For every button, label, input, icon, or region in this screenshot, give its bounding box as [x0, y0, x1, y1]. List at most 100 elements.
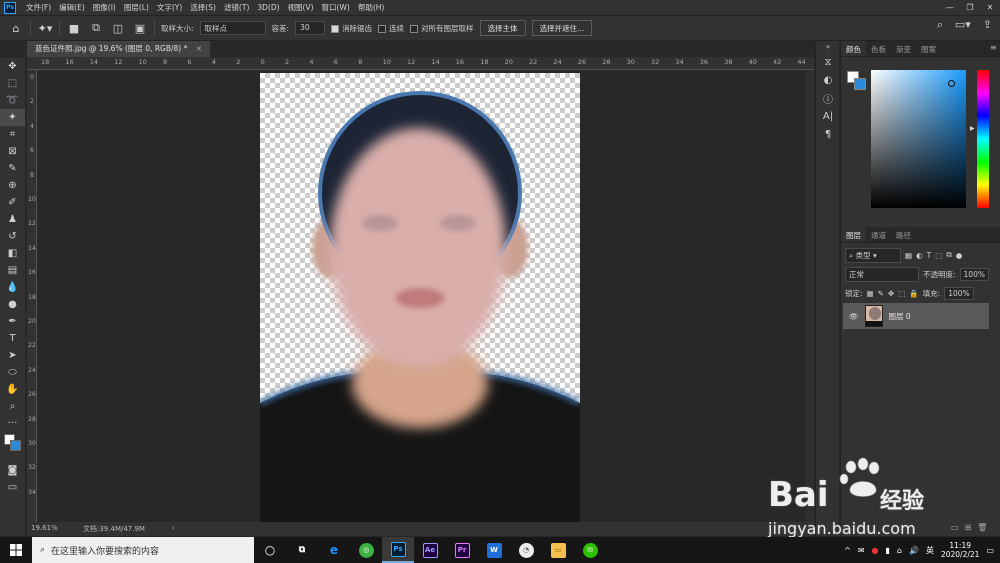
wechat-icon[interactable]: ✉ [574, 537, 606, 563]
close-tab-icon[interactable]: × [196, 44, 202, 53]
tab-patterns[interactable]: 图案 [916, 41, 941, 56]
share-icon[interactable]: ⇪ [983, 18, 992, 32]
tab-color[interactable]: 颜色 [841, 41, 866, 56]
menu-layer[interactable]: 图层(L) [120, 2, 153, 13]
background-color-chip[interactable] [854, 78, 866, 90]
blend-mode-select[interactable]: 正常 [845, 266, 919, 282]
magic-wand-preset-icon[interactable]: ✦▾ [37, 20, 53, 36]
tab-layers[interactable]: 图层 [841, 227, 866, 242]
menu-3d[interactable]: 3D(D) [253, 3, 283, 12]
lock-transparent-icon[interactable]: ▦ [867, 289, 874, 298]
close-button[interactable]: ✕ [980, 0, 1000, 15]
select-subject-button[interactable]: 选择主体 [479, 20, 526, 36]
document-image[interactable] [260, 73, 580, 522]
file-explorer-icon[interactable]: ▭ [542, 537, 574, 563]
new-selection-icon[interactable]: ■ [66, 20, 82, 36]
eraser-tool-icon[interactable]: ◧ [0, 245, 25, 262]
layer-name[interactable]: 图层 0 [889, 311, 911, 322]
cortana-icon[interactable]: ○ [254, 537, 286, 563]
panel-menu-icon[interactable]: ≡ [990, 43, 997, 52]
menu-help[interactable]: 帮助(H) [354, 2, 389, 13]
fill-input[interactable]: 100% [944, 286, 974, 300]
antialias-checkbox[interactable]: 消除锯齿 [331, 23, 372, 34]
document-tab[interactable]: 蓝色证件照.jpg @ 19.6% (图层 0, RGB/8) * × [27, 41, 211, 57]
search-icon[interactable]: ⌕ [937, 18, 943, 32]
paragraph-panel-icon[interactable]: ¶ [816, 125, 840, 143]
wps-icon[interactable]: W [478, 537, 510, 563]
pen-tool-icon[interactable]: ✒ [0, 313, 25, 330]
filter-toggle-icon[interactable]: ● [956, 251, 963, 260]
taskbar-search-box[interactable]: ⌕ 在这里输入你要搜索的内容 [32, 537, 254, 563]
layer-row[interactable]: 👁 图层 0 [843, 303, 989, 329]
unknown-app-icon[interactable]: ◔ [510, 537, 542, 563]
adjustments-panel-icon[interactable]: ◐ [816, 71, 840, 89]
move-tool-icon[interactable]: ✥ [0, 58, 25, 75]
menu-window[interactable]: 窗口(W) [318, 2, 354, 13]
more-tools-icon[interactable]: ··· [0, 415, 25, 432]
photoshop-taskbar-icon[interactable]: Ps [382, 537, 414, 563]
filter-shape-icon[interactable]: ⬚ [935, 251, 942, 260]
canvas-area[interactable] [37, 70, 814, 522]
premiere-icon[interactable]: Pr [446, 537, 478, 563]
zoom-level[interactable]: 19.61% [31, 524, 58, 532]
tab-paths[interactable]: 路径 [891, 227, 916, 242]
color-picker-cursor[interactable] [948, 80, 955, 87]
zoom-tool-icon[interactable]: ⌕ [0, 398, 25, 415]
eyedropper-tool-icon[interactable]: ✎ [0, 160, 25, 177]
color-field[interactable] [871, 70, 966, 208]
filter-pixel-icon[interactable]: ▦ [905, 251, 912, 260]
blur-tool-icon[interactable]: 💧 [0, 279, 25, 296]
menu-file[interactable]: 文件(F) [22, 2, 55, 13]
filter-adjustment-icon[interactable]: ◐ [916, 251, 923, 260]
intersect-selection-icon[interactable]: ▣ [132, 20, 148, 36]
frame-tool-icon[interactable]: ⊠ [0, 143, 25, 160]
home-icon[interactable]: ⌂ [8, 20, 24, 36]
notification-icon[interactable]: ▭ [986, 546, 994, 555]
after-effects-icon[interactable]: Ae [414, 537, 446, 563]
menu-filter[interactable]: 滤镜(T) [220, 2, 253, 13]
crop-tool-icon[interactable]: ⌗ [0, 126, 25, 143]
battery-icon[interactable]: ▮ [886, 546, 890, 555]
lock-position-icon[interactable]: ✥ [888, 289, 894, 298]
lock-artboard-icon[interactable]: ⬚ [898, 289, 905, 298]
path-selection-icon[interactable]: ➤ [0, 347, 25, 364]
workspace-icon[interactable]: ▭▾ [955, 18, 971, 32]
color-swatches[interactable] [0, 432, 25, 462]
screen-mode-icon[interactable]: ▭ [0, 479, 25, 496]
lock-pixels-icon[interactable]: ✎ [878, 289, 884, 298]
network-icon[interactable]: ⌂ [897, 546, 902, 555]
menu-type[interactable]: 文字(Y) [153, 2, 186, 13]
taskbar-clock[interactable]: 11:19 2020/2/21 [941, 541, 979, 559]
tab-gradients[interactable]: 渐变 [891, 41, 916, 56]
tab-channels[interactable]: 通道 [866, 227, 891, 242]
ime-indicator[interactable]: 英 [926, 545, 934, 556]
lock-all-icon[interactable]: 🔒 [909, 289, 918, 298]
select-and-mask-button[interactable]: 选择并遮住... [531, 20, 593, 36]
clone-stamp-icon[interactable]: ♟ [0, 211, 25, 228]
dodge-tool-icon[interactable]: ● [0, 296, 25, 313]
subtract-selection-icon[interactable]: ◫ [110, 20, 126, 36]
opacity-input[interactable]: 100% [959, 267, 989, 281]
type-tool-icon[interactable]: T [0, 330, 25, 347]
add-selection-icon[interactable]: ⧉ [88, 20, 104, 36]
filter-type-icon[interactable]: T [927, 251, 932, 260]
360-browser-icon[interactable]: ◎ [350, 537, 382, 563]
task-view-icon[interactable]: ⧉ [286, 537, 318, 563]
shape-tool-icon[interactable]: ⬭ [0, 364, 25, 381]
layer-filter-select[interactable]: ⌕ 类型 ▾ [845, 247, 901, 263]
minimize-button[interactable]: — [940, 0, 960, 15]
volume-icon[interactable]: 🔊 [909, 546, 919, 555]
sample-size-select[interactable]: 取样点 [199, 21, 266, 35]
history-brush-icon[interactable]: ↺ [0, 228, 25, 245]
filter-smart-object-icon[interactable]: ⧉ [946, 250, 951, 260]
magic-wand-tool-icon[interactable]: ✦ [0, 109, 25, 126]
wechat-tray-icon[interactable]: ✉ [858, 546, 865, 555]
weibo-tray-icon[interactable]: ● [872, 546, 879, 555]
windows-start-button[interactable] [0, 537, 32, 563]
gradient-tool-icon[interactable]: ▤ [0, 262, 25, 279]
marquee-tool-icon[interactable]: ⬚ [0, 75, 25, 92]
menu-view[interactable]: 视图(V) [284, 2, 318, 13]
menu-edit[interactable]: 编辑(E) [55, 2, 89, 13]
character-panel-icon[interactable]: A| [816, 107, 840, 125]
tolerance-input[interactable]: 30 [295, 21, 326, 35]
